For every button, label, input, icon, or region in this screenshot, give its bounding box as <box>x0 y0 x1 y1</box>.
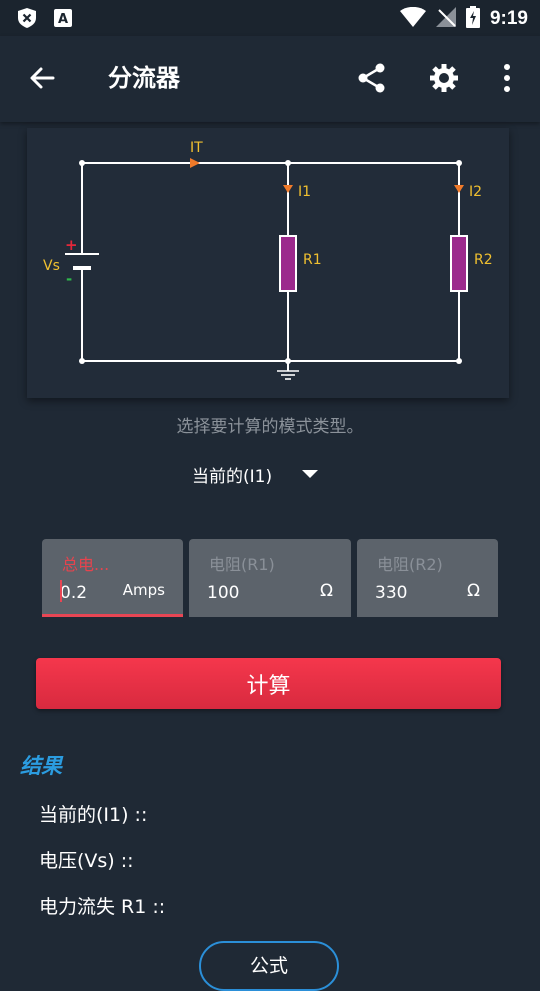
settings-gear-icon[interactable] <box>426 60 462 96</box>
total-current-label: 总电... <box>62 555 110 574</box>
vs-label: Vs <box>43 258 60 274</box>
circuit-svg: IT I1 I2 Vs R1 R2 + - <box>43 140 493 380</box>
r1-field[interactable]: 电阻(R1) 100 Ω <box>189 539 351 617</box>
node-bottom-right <box>456 358 462 364</box>
r1-field-label: 电阻(R1) <box>209 555 275 574</box>
app-bar: 分流器 <box>0 36 540 122</box>
it-label: IT <box>190 140 203 156</box>
result-current-i1: 当前的(I1) :: <box>39 804 148 826</box>
r2-field-unit: Ω <box>467 581 480 601</box>
total-current-value[interactable]: 0.2 <box>60 583 87 603</box>
node-top-mid <box>285 160 291 166</box>
r2-field-label: 电阻(R2) <box>377 555 443 574</box>
plus-label: + <box>65 236 78 254</box>
results-title: 结果 <box>20 754 62 778</box>
text-cursor <box>60 580 62 602</box>
node-bottom-mid <box>285 358 291 364</box>
share-icon[interactable] <box>354 60 390 96</box>
status-bar: A 9:19 <box>0 0 540 36</box>
wifi-icon <box>399 6 426 31</box>
resistor-r1 <box>279 235 297 292</box>
calculate-button[interactable]: 计算 <box>36 658 501 709</box>
svg-text:A: A <box>58 12 68 27</box>
r1-label: R1 <box>303 252 322 268</box>
more-vert-icon[interactable] <box>489 60 525 96</box>
result-voltage-vs: 电压(Vs) :: <box>39 850 134 872</box>
mode-selected-label: 当前的(I1) <box>192 466 273 487</box>
mode-hint-text: 选择要计算的模式类型。 <box>176 417 364 437</box>
r1-field-value[interactable]: 100 <box>207 583 239 603</box>
mode-dropdown[interactable]: 当前的(I1) <box>192 460 319 488</box>
node-bottom-left <box>79 358 85 364</box>
r1-field-unit: Ω <box>320 581 333 601</box>
result-power-loss-r1: 电力流失 R1 :: <box>39 896 166 918</box>
i1-label: I1 <box>298 184 311 200</box>
node-top-right <box>456 160 462 166</box>
node-top-left <box>79 160 85 166</box>
page-title: 分流器 <box>108 64 180 92</box>
i2-arrow <box>454 185 464 193</box>
font-a-icon: A <box>54 8 72 28</box>
total-current-unit: Amps <box>122 581 165 599</box>
r2-field-value[interactable]: 330 <box>375 583 407 603</box>
battery-charging-icon <box>465 6 480 32</box>
it-arrow <box>190 158 200 168</box>
no-signal-icon <box>435 7 456 31</box>
ground-icon <box>277 370 299 380</box>
r2-field[interactable]: 电阻(R2) 330 Ω <box>357 539 498 617</box>
r2-label: R2 <box>474 252 493 268</box>
dropdown-arrow-icon <box>302 470 319 478</box>
total-current-field[interactable]: 总电... 0.2 Amps <box>42 539 183 617</box>
blocked-shield-icon <box>18 8 36 28</box>
formula-button[interactable]: 公式 <box>199 941 339 991</box>
i2-label: I2 <box>469 184 482 200</box>
status-time: 9:19 <box>489 8 528 29</box>
circuit-diagram: IT I1 I2 Vs R1 R2 + - <box>27 128 509 398</box>
i1-arrow <box>283 185 293 193</box>
back-arrow-icon[interactable] <box>24 60 60 96</box>
resistor-r2 <box>450 235 468 292</box>
minus-label: - <box>66 270 72 288</box>
